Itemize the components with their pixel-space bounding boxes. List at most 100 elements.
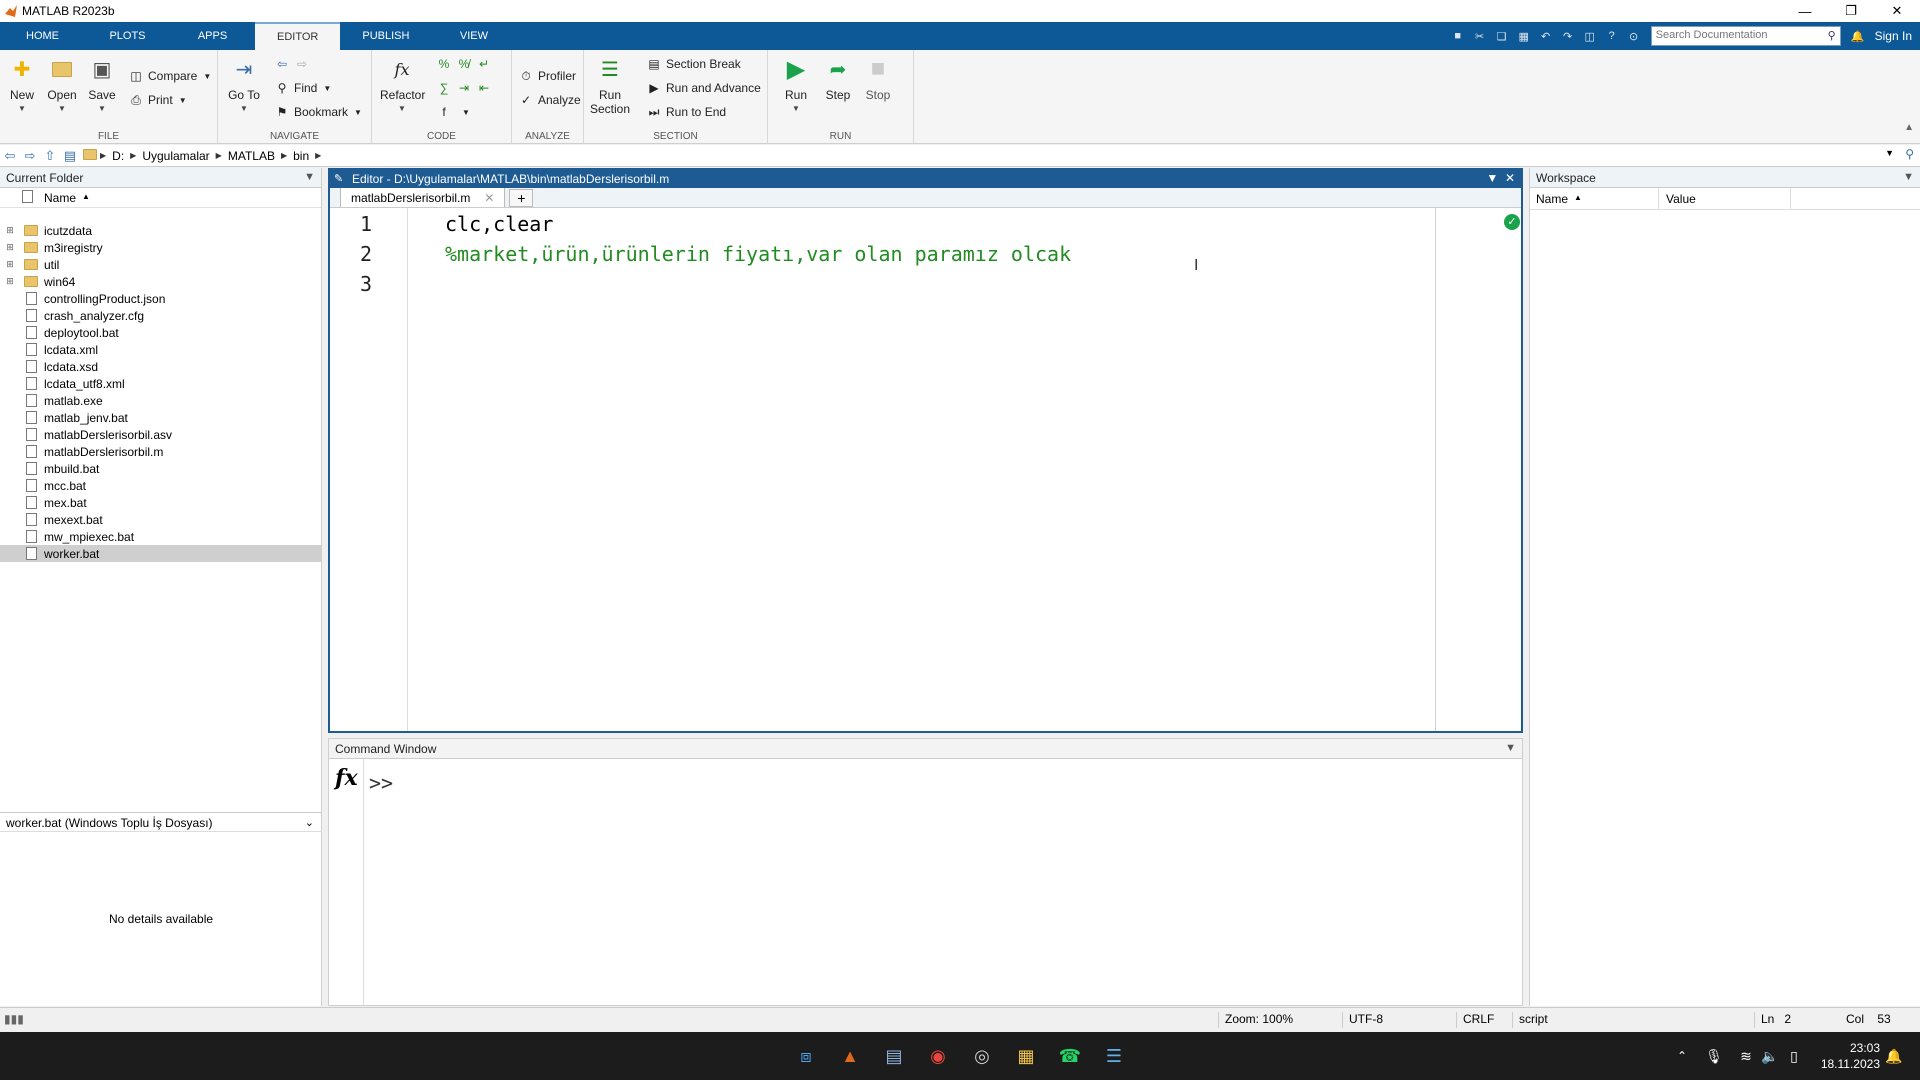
expand-icon[interactable]: ⊞	[4, 242, 16, 253]
panel-menu-icon[interactable]: ▼	[1505, 742, 1516, 754]
folder-row[interactable]: ⊞ m3iregistry	[0, 239, 322, 256]
function-tools[interactable]: f ▼	[436, 102, 470, 122]
file-row[interactable]: mbuild.bat	[0, 460, 322, 477]
breadcrumb-matlab[interactable]: MATLAB	[228, 149, 275, 163]
file-row[interactable]: mcc.bat	[0, 477, 322, 494]
workspace-value-column[interactable]: Value	[1666, 192, 1696, 206]
search-folder-icon[interactable]: ⚲	[1905, 147, 1914, 161]
file-row[interactable]: matlabDerslerisorbil.asv	[0, 426, 322, 443]
function-browser-icon[interactable]: fx	[335, 765, 358, 791]
breadcrumb-uygulamalar[interactable]: Uygulamalar	[142, 149, 209, 163]
expand-icon[interactable]: ⊞	[4, 276, 16, 287]
close-window-button[interactable]: ✕	[1874, 0, 1920, 22]
analyze-button[interactable]: ✓ Analyze	[518, 90, 581, 110]
file-row[interactable]: mw_mpiexec.bat	[0, 528, 322, 545]
file-row[interactable]: matlab_jenv.bat	[0, 409, 322, 426]
back-forward-buttons[interactable]: ⇦ ⇨	[274, 54, 314, 74]
panel-menu-icon[interactable]: ▼	[304, 171, 315, 183]
bell-icon[interactable]: 🔔	[1847, 26, 1869, 46]
editor-file-tab[interactable]: matlabDerslerisorbil.m ✕	[340, 187, 506, 207]
file-row[interactable]: deploytool.bat	[0, 324, 322, 341]
new-button[interactable]: ✚ New ▼	[4, 56, 40, 114]
back-icon[interactable]: ⇦	[0, 148, 20, 164]
code-line-1[interactable]: clc,clear	[445, 212, 553, 236]
file-row[interactable]: mex.bat	[0, 494, 322, 511]
code-ok-icon[interactable]: ✓	[1504, 214, 1520, 230]
open-button[interactable]: Open ▼	[44, 56, 80, 113]
folder-row[interactable]: ⊞ icutzdata	[0, 222, 322, 239]
folder-row[interactable]: ⊞ win64	[0, 273, 322, 290]
file-row[interactable]: worker.bat	[0, 545, 322, 562]
paste-icon[interactable]: ▦	[1513, 26, 1535, 46]
editor-close-icon[interactable]: ✕	[1505, 171, 1515, 185]
tab-plots[interactable]: PLOTS	[85, 22, 170, 50]
expand-icon[interactable]: ⊞	[4, 259, 16, 270]
save-icon[interactable]: ■	[1447, 26, 1469, 46]
tab-apps[interactable]: APPS	[170, 22, 255, 50]
folder-row[interactable]: ⊞ util	[0, 256, 322, 273]
obs-icon[interactable]: ◎	[968, 1042, 996, 1070]
cut-icon[interactable]: ✂	[1469, 26, 1491, 46]
community-icon[interactable]: ⊙	[1623, 26, 1645, 46]
file-row[interactable]: mexext.bat	[0, 511, 322, 528]
address-dropdown-icon[interactable]: ▼	[1885, 148, 1894, 158]
windows-start-icon[interactable]: ⧈	[792, 1042, 820, 1070]
details-header[interactable]: worker.bat (Windows Toplu İş Dosyası) ⌄	[0, 812, 322, 832]
browse-folder-icon[interactable]: ▤	[60, 148, 80, 164]
notification-bell-icon[interactable]: 🔔	[1880, 1042, 1908, 1070]
file-row[interactable]: lcdata.xsd	[0, 358, 322, 375]
tab-home[interactable]: HOME	[0, 22, 85, 50]
help-icon[interactable]: ?	[1601, 26, 1623, 46]
print-button[interactable]: ⎙ Print ▼	[128, 90, 186, 110]
indent-tools[interactable]: ∑ ⇥ ⇤	[436, 78, 496, 98]
minimize-button[interactable]: —	[1782, 0, 1828, 22]
clock[interactable]: 23:03 18.11.2023	[1821, 1040, 1880, 1072]
column-header-name[interactable]: Name ▲	[0, 188, 321, 208]
profiler-button[interactable]: ⏱ Profiler	[518, 66, 576, 86]
goto-button[interactable]: ⇥ Go To ▼	[226, 56, 262, 114]
chrome-icon[interactable]: ◉	[924, 1042, 952, 1070]
chevron-up-icon[interactable]: ⌃	[1668, 1042, 1696, 1070]
tab-view[interactable]: VIEW	[431, 22, 516, 50]
compare-button[interactable]: ◫ Compare ▼	[128, 66, 211, 86]
restore-button[interactable]: ❐	[1828, 0, 1874, 22]
comment-tools[interactable]: % %̸ ↵	[436, 54, 496, 74]
battery-icon[interactable]: ▯	[1780, 1042, 1808, 1070]
close-tab-icon[interactable]: ✕	[484, 191, 494, 205]
chevron-down-icon[interactable]: ⌄	[305, 816, 314, 829]
copy-icon[interactable]: ❏	[1491, 26, 1513, 46]
file-row[interactable]: lcdata_utf8.xml	[0, 375, 322, 392]
step-button[interactable]: ➦ Step	[820, 56, 856, 103]
code-line-2[interactable]: %market,ürün,ürünlerin fiyatı,var olan p…	[445, 242, 1071, 266]
section-break-button[interactable]: ▤ Section Break	[646, 54, 740, 74]
find-button[interactable]: ⚲ Find ▼	[274, 78, 332, 98]
matlab-taskbar-icon[interactable]: ▲	[836, 1042, 864, 1070]
save-button[interactable]: ▣ Save ▼	[84, 56, 120, 114]
forward-icon[interactable]: ⇨	[20, 148, 40, 164]
notepad-icon[interactable]: ☰	[1100, 1042, 1128, 1070]
workspace-name-column[interactable]: Name	[1536, 192, 1568, 206]
file-row[interactable]: crash_analyzer.cfg	[0, 307, 322, 324]
code-area[interactable]: 1 2 3 clc,clear %market,ürün,ürünlerin f…	[330, 208, 1521, 731]
collapse-ribbon-icon[interactable]: ▲	[1904, 122, 1914, 133]
run-button[interactable]: ▶ Run ▼	[778, 56, 814, 114]
microphone-icon[interactable]: 🎙	[1700, 1042, 1728, 1070]
undo-icon[interactable]: ↶	[1535, 26, 1557, 46]
file-row[interactable]: matlab.exe	[0, 392, 322, 409]
search-documentation-input[interactable]: Search Documentation ⚲	[1650, 26, 1841, 46]
whatsapp-icon[interactable]: ☎	[1056, 1042, 1084, 1070]
file-row[interactable]: matlabDerslerisorbil.m	[0, 443, 322, 460]
tab-publish[interactable]: PUBLISH	[340, 22, 431, 50]
tab-editor[interactable]: EDITOR	[255, 22, 341, 50]
file-explorer-icon[interactable]: ▦	[1012, 1042, 1040, 1070]
add-tab-button[interactable]: +	[509, 189, 534, 207]
stop-button[interactable]: ■ Stop	[860, 55, 896, 102]
panel-menu-icon[interactable]: ▼	[1903, 171, 1914, 183]
redo-icon[interactable]: ↷	[1557, 26, 1579, 46]
run-section-button[interactable]: ☰ Run Section	[588, 56, 632, 117]
file-row[interactable]: lcdata.xml	[0, 341, 322, 358]
editor-menu-icon[interactable]: ▼	[1486, 171, 1498, 185]
window-app-icon[interactable]: ▤	[880, 1042, 908, 1070]
file-row[interactable]: controllingProduct.json	[0, 290, 322, 307]
run-to-end-button[interactable]: ⏭ Run to End	[646, 102, 726, 122]
